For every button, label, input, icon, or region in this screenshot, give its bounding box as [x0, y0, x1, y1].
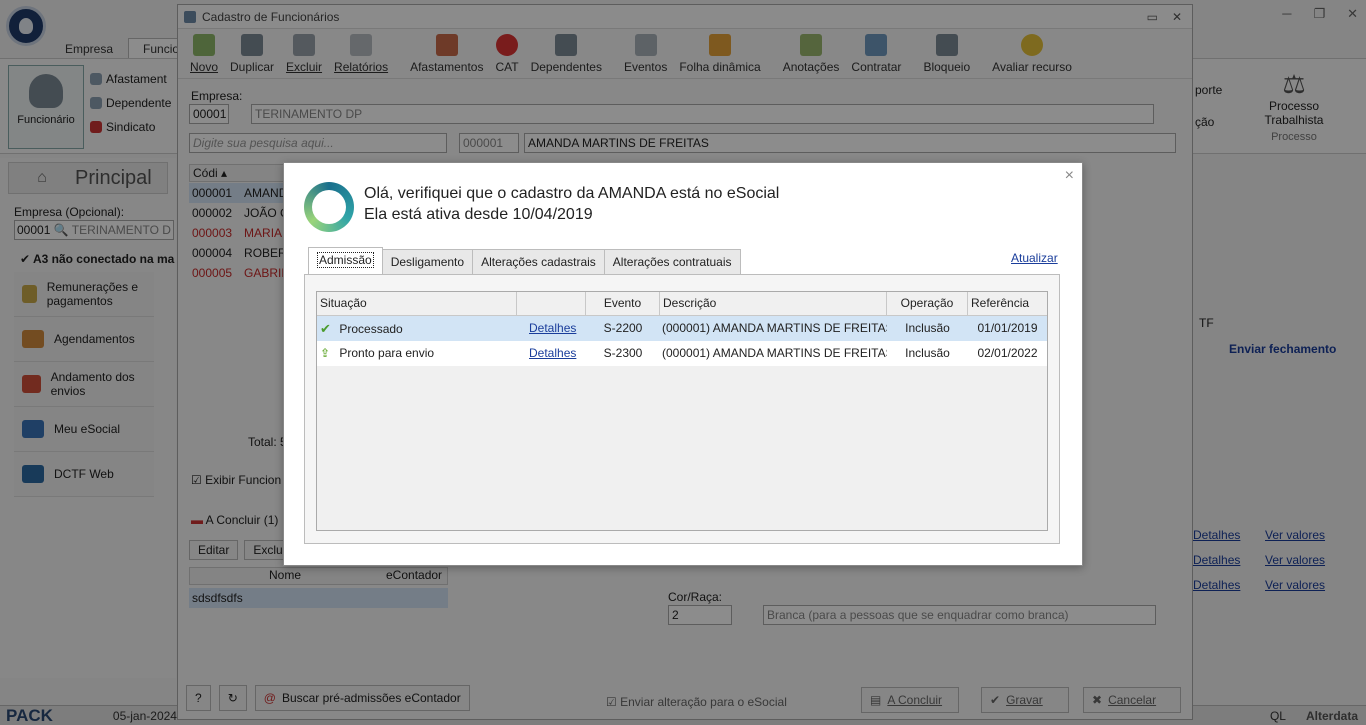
esocial-logo-icon: [304, 182, 354, 232]
cell-descricao: (000001) AMANDA MARTINS DE FREITAS: [662, 321, 887, 335]
cell-detail: Detalhes: [517, 316, 586, 341]
detalhes-link[interactable]: Detalhes: [529, 346, 576, 360]
tab-alteracoes-cadastrais[interactable]: Alterações cadastrais: [472, 249, 605, 274]
atualizar-link[interactable]: Atualizar: [1011, 251, 1058, 265]
close-icon[interactable]: ×: [1065, 167, 1074, 185]
check-icon: ✔: [320, 321, 331, 336]
cell-referencia: 02/01/2022: [977, 346, 1038, 360]
grid-header: Situação Evento Descrição Operação Refer…: [317, 292, 1047, 316]
table-row[interactable]: ✔ Processado Detalhes S-2200 (000001) AM…: [317, 316, 1047, 341]
col-situacao[interactable]: Situação: [317, 292, 517, 315]
col-detail[interactable]: [517, 292, 586, 315]
cell-situacao: ⇪ Pronto para envio: [317, 341, 517, 366]
col-referencia[interactable]: Referência: [968, 292, 1047, 315]
col-operacao[interactable]: Operação: [887, 292, 968, 315]
col-descricao[interactable]: Descrição: [660, 292, 887, 315]
tab-alteracoes-contratuais[interactable]: Alterações contratuais: [603, 249, 741, 274]
tab-panel: Situação Evento Descrição Operação Refer…: [304, 274, 1060, 544]
table-row[interactable]: ⇪ Pronto para envio Detalhes S-2300 (000…: [317, 341, 1047, 366]
dialog-tabs: Admissão Desligamento Alterações cadastr…: [308, 247, 741, 274]
cell-evento: S-2200: [603, 321, 643, 335]
detalhes-link[interactable]: Detalhes: [529, 321, 576, 335]
cell-evento: S-2300: [603, 346, 643, 360]
dialog-message-line2: Ela está ativa desde 10/04/2019: [364, 206, 593, 223]
cell-descricao: (000001) AMANDA MARTINS DE FREITAS: [662, 346, 887, 360]
col-evento[interactable]: Evento: [586, 292, 660, 315]
cell-operacao: Inclusão: [905, 321, 950, 335]
esocial-status-dialog: × Olá, verifiquei que o cadastro da AMAN…: [283, 162, 1083, 566]
dialog-message-line1: Olá, verifiquei que o cadastro da AMANDA…: [364, 185, 780, 202]
cell-situacao: ✔ Processado: [317, 316, 517, 341]
events-grid: Situação Evento Descrição Operação Refer…: [316, 291, 1048, 531]
cell-referencia: 01/01/2019: [977, 321, 1038, 335]
upload-icon: ⇪: [320, 346, 331, 360]
cell-detail: Detalhes: [517, 341, 586, 366]
tab-desligamento[interactable]: Desligamento: [381, 249, 474, 274]
tab-admissao[interactable]: Admissão: [308, 247, 383, 274]
cell-operacao: Inclusão: [905, 346, 950, 360]
